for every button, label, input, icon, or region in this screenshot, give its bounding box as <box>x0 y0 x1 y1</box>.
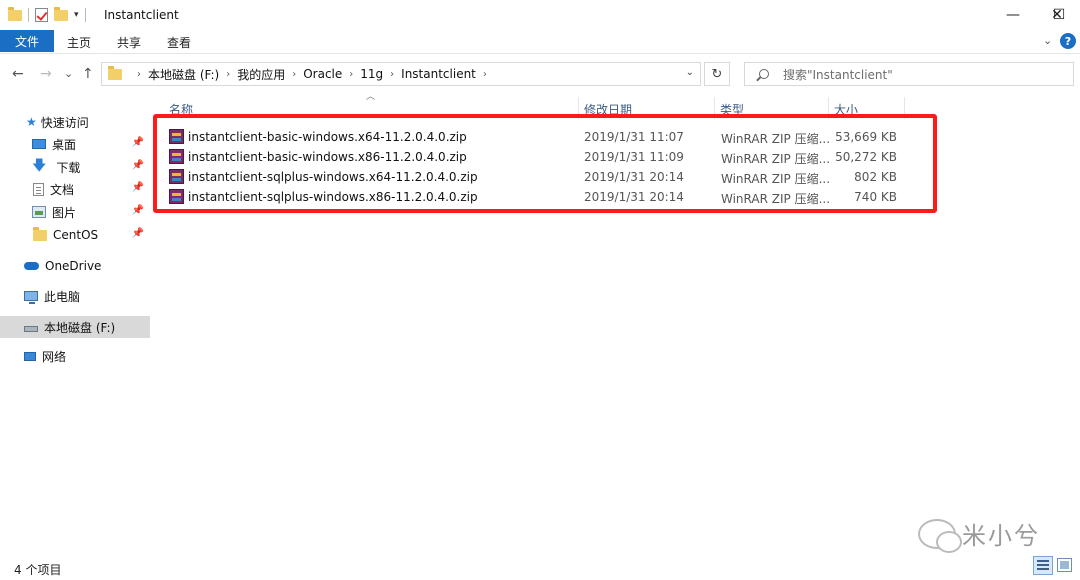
sidebar-item-desktop[interactable]: 桌面 📌 <box>0 133 150 155</box>
address-bar[interactable]: › 本地磁盘 (F:) › 我的应用 › Oracle › 11g › Inst… <box>101 62 701 86</box>
pin-icon[interactable]: 📌 <box>132 182 144 193</box>
recent-locations-dropdown[interactable]: ⌄ <box>64 67 73 80</box>
picture-icon <box>32 206 46 218</box>
desktop-icon <box>32 139 46 149</box>
tab-view[interactable]: 查看 <box>167 34 191 51</box>
document-icon <box>33 182 44 196</box>
highlight-annotation-box <box>153 114 937 213</box>
sidebar-item-downloads[interactable]: 🡇 下载 📌 <box>0 156 150 178</box>
tab-file[interactable]: 文件 <box>0 30 54 52</box>
properties-icon[interactable] <box>35 8 48 22</box>
sidebar-item-label: 文档 <box>50 182 75 197</box>
sidebar-item-pictures[interactable]: 图片 📌 <box>0 201 150 223</box>
sidebar-item-label: 此电脑 <box>44 289 81 304</box>
customize-toolbar-dropdown-icon[interactable]: ▾ <box>74 10 79 20</box>
refresh-button[interactable]: ↻ <box>704 62 730 86</box>
ribbon: 文件 主页 共享 查看 ⌄ ? <box>0 30 1080 54</box>
breadcrumb-item[interactable]: Instantclient <box>401 67 476 81</box>
large-icons-view-icon[interactable] <box>1057 558 1072 572</box>
download-icon: 🡇 <box>32 158 47 174</box>
sidebar-item-label: 图片 <box>52 205 77 220</box>
sidebar-item-label: 下载 <box>56 160 81 175</box>
up-button[interactable]: ↑ <box>82 66 94 82</box>
search-icon <box>759 69 769 79</box>
breadcrumb-separator-icon[interactable]: › <box>483 69 487 80</box>
sidebar-item-label: 快速访问 <box>40 115 89 130</box>
folder-icon <box>108 65 122 80</box>
sidebar-item-label: 网络 <box>42 349 67 364</box>
navigation-pane: ★ 快速访问 桌面 📌 🡇 下载 📌 文档 📌 图片 📌 CentOS 📌 On… <box>0 100 150 540</box>
cloud-icon <box>24 262 39 270</box>
sidebar-item-documents[interactable]: 文档 📌 <box>0 178 150 200</box>
details-view-icon[interactable] <box>1033 556 1053 575</box>
sidebar-item-network[interactable]: 网络 <box>0 345 150 367</box>
breadcrumb-separator-icon[interactable]: › <box>226 69 230 80</box>
breadcrumb-separator-icon[interactable]: › <box>349 69 353 80</box>
search-placeholder: 搜索"Instantclient" <box>783 67 893 82</box>
toolbar-divider <box>84 8 86 22</box>
breadcrumb-item[interactable]: Oracle <box>303 67 342 81</box>
watermark-text: 米小兮 <box>962 522 1040 550</box>
star-icon: ★ <box>26 115 37 129</box>
window-title: Instantclient <box>104 8 179 22</box>
breadcrumb-separator-icon[interactable]: › <box>137 69 141 80</box>
folder-icon <box>33 226 47 241</box>
status-item-count: 4 个项目 <box>14 563 62 577</box>
breadcrumb-item[interactable]: 11g <box>360 67 383 81</box>
breadcrumb-item[interactable]: 我的应用 <box>237 66 285 83</box>
sidebar-item-quick-access[interactable]: ★ 快速访问 <box>0 111 150 133</box>
back-button[interactable]: ← <box>12 66 24 82</box>
sidebar-item-local-disk-f[interactable]: 本地磁盘 (F:) <box>0 316 150 338</box>
help-icon[interactable]: ? <box>1060 33 1076 49</box>
tab-share[interactable]: 共享 <box>117 34 141 51</box>
expand-ribbon-chevron-icon[interactable]: ⌄ <box>1043 34 1052 47</box>
toolbar-divider <box>28 8 29 22</box>
title-bar: ▾ Instantclient — ☐ <box>0 0 1080 30</box>
navigation-bar: ← → ⌄ ↑ › 本地磁盘 (F:) › 我的应用 › Oracle › 11… <box>0 55 1080 93</box>
sidebar-item-label: 桌面 <box>52 137 77 152</box>
search-box[interactable]: 搜索"Instantclient" <box>744 62 1074 86</box>
computer-icon <box>24 291 38 304</box>
network-icon <box>24 351 36 361</box>
sidebar-item-label: 本地磁盘 (F:) <box>44 320 116 335</box>
drive-icon <box>24 326 38 332</box>
sidebar-item-centos[interactable]: CentOS 📌 <box>0 224 150 246</box>
address-history-dropdown-icon[interactable]: ⌄ <box>686 67 694 78</box>
pin-icon[interactable]: 📌 <box>132 228 144 239</box>
watermark: 米小兮 <box>918 516 1040 553</box>
pin-icon[interactable]: 📌 <box>132 160 144 171</box>
sidebar-item-onedrive[interactable]: OneDrive <box>0 255 150 277</box>
sidebar-item-label: OneDrive <box>45 259 102 273</box>
close-button[interactable]: ✕ <box>1034 0 1080 30</box>
quick-access-toolbar: ▾ <box>8 6 86 24</box>
breadcrumb-separator-icon[interactable]: › <box>292 69 296 80</box>
new-folder-icon[interactable] <box>54 6 68 21</box>
breadcrumb-item[interactable]: 本地磁盘 (F:) <box>148 66 219 83</box>
tab-home[interactable]: 主页 <box>67 34 91 51</box>
forward-button[interactable]: → <box>40 66 52 82</box>
sidebar-item-label: CentOS <box>53 228 99 242</box>
pin-icon[interactable]: 📌 <box>132 205 144 216</box>
wechat-icon <box>918 518 962 553</box>
breadcrumb-separator-icon[interactable]: › <box>390 69 394 80</box>
pin-icon[interactable]: 📌 <box>132 137 144 148</box>
sidebar-item-this-pc[interactable]: 此电脑 <box>0 285 150 307</box>
folder-icon <box>8 6 22 21</box>
